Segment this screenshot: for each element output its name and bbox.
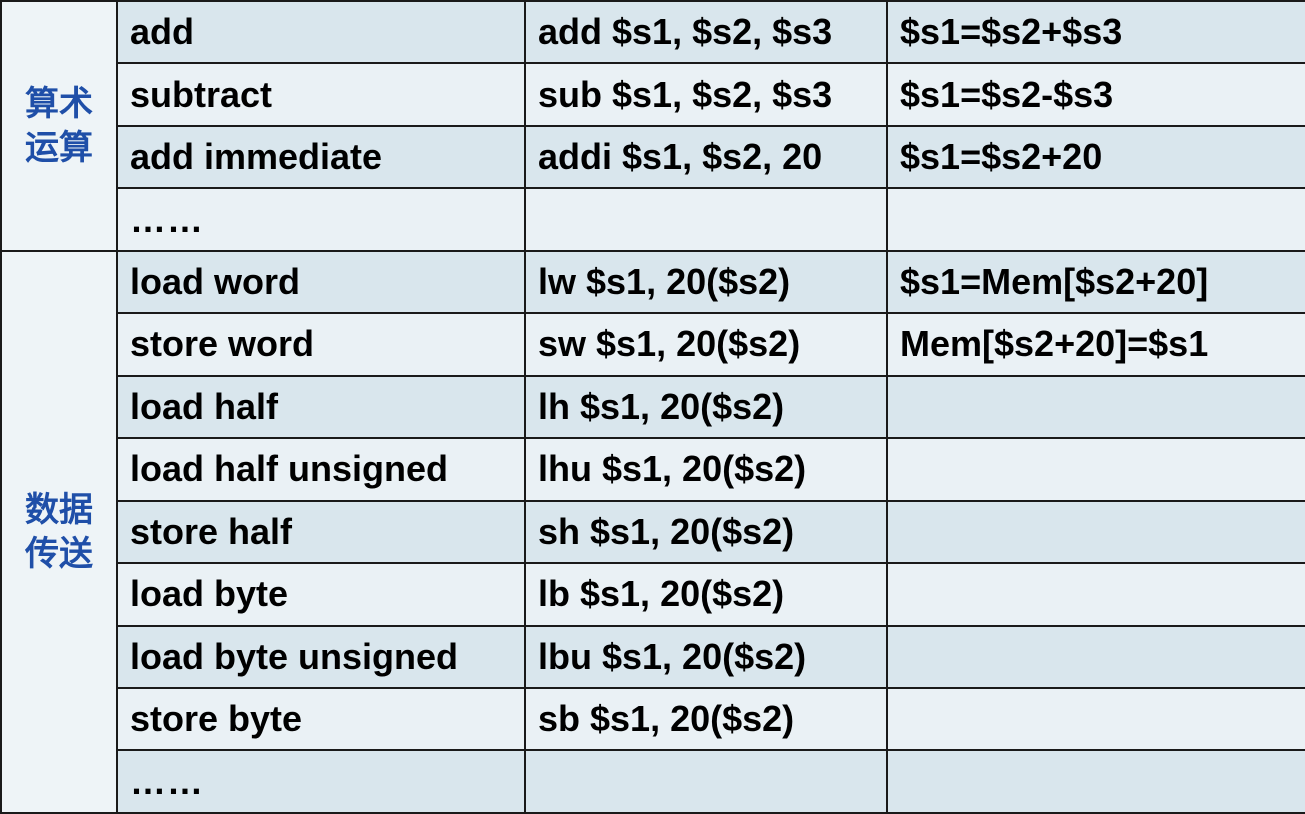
instruction-example-cell: lb $s1, 20($s2) [524,562,888,627]
table-row: store word sw $s1, 20($s2) Mem[$s2+20]=$… [1,312,1305,377]
instruction-example-cell: addi $s1, $s2, 20 [524,124,888,190]
instruction-name-cell: load word [116,249,526,315]
instruction-meaning-cell [886,562,1305,627]
table-row: load byte unsigned lbu $s1, 20($s2) [1,624,1305,689]
instruction-meaning-cell: $s1=$s2+$s3 [886,0,1305,65]
table-row: add immediate addi $s1, $s2, 20 $s1=$s2+… [1,124,1305,190]
group-label-line: 算术 [25,83,93,124]
instruction-name-cell: store half [116,499,526,565]
group-label-line: 数据 [25,489,93,530]
instruction-meaning-cell [886,686,1305,752]
instruction-name-cell: store word [116,312,526,377]
instruction-table-slide: 算术 运算 add add $s1, $s2, $s3 $s1=$s2+$s3 … [0,0,1305,814]
instruction-meaning-cell: $s1=$s2+20 [886,124,1305,190]
table-row: store half sh $s1, 20($s2) [1,499,1305,565]
instruction-meaning-cell [886,437,1305,502]
instruction-table: 算术 运算 add add $s1, $s2, $s3 $s1=$s2+$s3 … [0,0,1305,814]
instruction-example-cell [524,749,888,814]
instruction-name-cell: load byte unsigned [116,624,526,689]
table-row: store byte sb $s1, 20($s2) [1,686,1305,752]
instruction-name-cell: subtract [116,62,526,127]
instruction-meaning-cell [886,187,1305,252]
instruction-name-cell: add [116,0,526,65]
instruction-name-cell: …… [116,187,526,252]
instruction-example-cell: lbu $s1, 20($s2) [524,624,888,689]
instruction-example-cell: sb $s1, 20($s2) [524,686,888,752]
group-label-line: 传送 [25,533,93,574]
instruction-meaning-cell: $s1=Mem[$s2+20] [886,249,1305,315]
instruction-example-cell: lw $s1, 20($s2) [524,249,888,315]
instruction-meaning-cell [886,749,1305,814]
instruction-example-cell: sw $s1, 20($s2) [524,312,888,377]
table-row: 数据 传送 load word lw $s1, 20($s2) $s1=Mem[… [0,249,1305,814]
instruction-example-cell: add $s1, $s2, $s3 [524,0,888,65]
instruction-name-cell: store byte [116,686,526,752]
table-row: load half lh $s1, 20($s2) [1,374,1305,440]
table-row: …… [1,187,1305,252]
instruction-name-cell: load half [116,374,526,440]
instruction-name-cell: load half unsigned [116,437,526,502]
instruction-meaning-cell [886,499,1305,565]
group-label-arithmetic: 算术 运算 [0,0,118,252]
table-row: 算术 运算 add add $s1, $s2, $s3 $s1=$s2+$s3 [0,0,1305,252]
instruction-meaning-cell: Mem[$s2+20]=$s1 [886,312,1305,377]
table-row: load half unsigned lhu $s1, 20($s2) [1,437,1305,502]
instruction-example-cell: sh $s1, 20($s2) [524,499,888,565]
table-row: …… [1,749,1305,814]
table-row: subtract sub $s1, $s2, $s3 $s1=$s2-$s3 [1,62,1305,127]
instruction-example-cell: sub $s1, $s2, $s3 [524,62,888,127]
instruction-name-cell: add immediate [116,124,526,190]
instruction-example-cell: lh $s1, 20($s2) [524,374,888,440]
group-label-data-transfer: 数据 传送 [0,249,118,814]
instruction-meaning-cell [886,624,1305,689]
group-label-line: 运算 [25,127,93,168]
table-row: load byte lb $s1, 20($s2) [1,562,1305,627]
instruction-name-cell: load byte [116,562,526,627]
instruction-example-cell: lhu $s1, 20($s2) [524,437,888,502]
instruction-meaning-cell [886,374,1305,440]
instruction-example-cell [524,187,888,252]
instruction-meaning-cell: $s1=$s2-$s3 [886,62,1305,127]
instruction-name-cell: …… [116,749,526,814]
